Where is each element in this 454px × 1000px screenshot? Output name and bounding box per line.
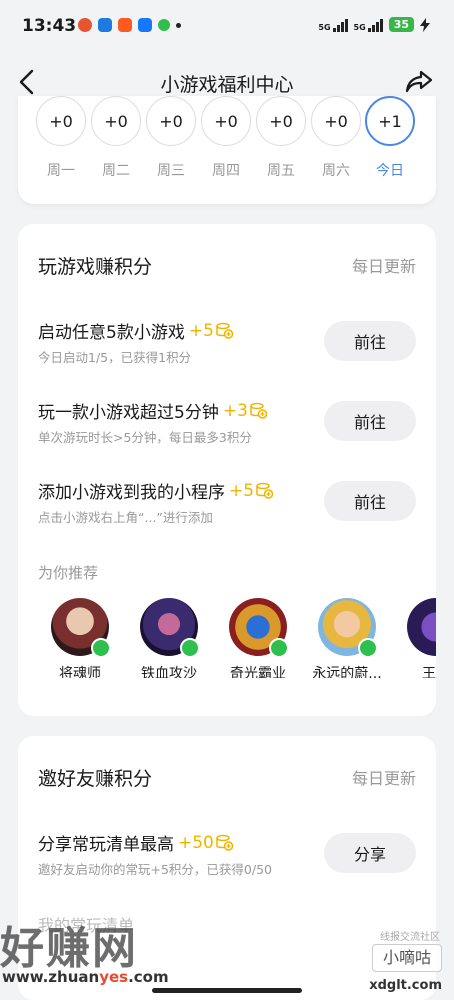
game-item[interactable]: 铁血攻沙 — [124, 598, 214, 678]
status-right: 5G 5G 35 — [318, 17, 430, 32]
mini-program-badge-icon — [269, 638, 289, 658]
day-item: +0 周二 — [91, 96, 141, 180]
game-name: 铁血攻沙 — [141, 666, 197, 678]
play-games-card: 玩游戏赚积分 每日更新 启动任意5款小游戏 +5 今日启动1/5，已获得1积分 … — [18, 224, 436, 716]
task-item: 玩一款小游戏超过5分钟 +3 单次游玩时长>5分钟，每日最多3积分 前往 — [38, 398, 416, 454]
section-subtitle: 每日更新 — [351, 257, 416, 276]
day-points: +0 — [256, 96, 306, 146]
go-button[interactable]: 前往 — [324, 321, 416, 361]
game-item[interactable]: 将魂师 — [35, 598, 125, 678]
task-item: 分享常玩清单最高 +50 邀好友启动你的常玩+5积分，已获得0/50 分享 — [38, 830, 416, 886]
task-title: 玩一款小游戏超过5分钟 — [38, 403, 219, 423]
task-points: +5 — [188, 320, 214, 341]
day-item: +0 周六 — [311, 96, 361, 180]
mini-program-badge-icon — [358, 638, 378, 658]
more-dot-icon — [176, 22, 181, 28]
task-item: 添加小游戏到我的小程序 +5 点击小游戏右上角“...”进行添加 前往 — [38, 478, 416, 534]
day-points: +0 — [36, 96, 86, 146]
wechat-icon — [158, 19, 170, 31]
game-item[interactable]: 王者 — [391, 598, 436, 678]
day-item: +0 周四 — [201, 96, 251, 180]
coin-icon — [256, 482, 274, 499]
day-points: +1 — [365, 96, 415, 146]
day-label: 今日 — [376, 163, 404, 179]
task-points: +3 — [222, 400, 248, 421]
day-label: 周四 — [212, 163, 240, 179]
coin-icon — [250, 402, 267, 419]
day-item-today: +1 今日 — [365, 96, 415, 180]
game-name: 奇光霸业 — [230, 666, 286, 678]
share-list-button[interactable]: 分享 — [324, 833, 416, 873]
home-indicator[interactable] — [152, 988, 302, 993]
day-points: +0 — [91, 96, 141, 146]
watermark-right-tag: 小嘀咕 — [372, 944, 442, 972]
app-notification-icon — [78, 18, 92, 32]
signal-icon: 5G — [354, 18, 383, 32]
day-item: +0 周一 — [36, 96, 86, 180]
day-points: +0 — [201, 96, 251, 146]
game-name: 永远的蔚... — [312, 666, 382, 678]
mini-program-badge-icon — [91, 638, 111, 658]
section-title: 玩游戏赚积分 — [38, 256, 153, 278]
watermark-logo: 好赚网 — [0, 923, 138, 974]
game-avatar — [51, 598, 111, 658]
mini-program-badge-icon — [180, 638, 200, 658]
taobao-icon — [118, 18, 132, 32]
game-avatar — [407, 598, 436, 656]
day-item: +0 周五 — [256, 96, 306, 180]
game-avatar — [318, 598, 378, 658]
task-points: +5 — [229, 480, 255, 501]
watermark-right-url: xdglt.com — [369, 978, 442, 993]
share-button[interactable] — [404, 68, 434, 96]
recommended-games: 将魂师 铁血攻沙 奇光霸业 永远的蔚... 王者 — [18, 598, 436, 678]
status-bar: 13:43 5G 5G 35 — [0, 0, 454, 56]
notification-icons — [78, 18, 181, 32]
day-label: 周六 — [322, 163, 350, 179]
game-item[interactable]: 奇光霸业 — [213, 598, 303, 678]
day-points: +0 — [146, 96, 196, 146]
page-title: 小游戏福利中心 — [160, 74, 294, 96]
day-item: +0 周三 — [146, 96, 196, 180]
battery-icon: 35 — [388, 17, 414, 32]
game-avatar — [140, 598, 200, 658]
go-button[interactable]: 前往 — [324, 401, 416, 441]
game-name: 王者 — [422, 666, 436, 678]
section-subtitle: 每日更新 — [351, 769, 416, 788]
game-item[interactable]: 永远的蔚... — [302, 598, 392, 678]
task-title: 添加小游戏到我的小程序 — [38, 483, 225, 503]
task-title: 分享常玩清单最高 — [38, 835, 174, 855]
alipay-icon — [138, 18, 152, 32]
watermark-url: www.zhuanyes.com — [2, 968, 169, 986]
coin-icon — [216, 322, 233, 339]
watermark-right-caption: 线报交流社区 — [380, 932, 440, 943]
status-time: 13:43 — [22, 16, 77, 36]
weekly-checkin-card: +0 周一 +0 周二 +0 周三 +0 周四 +0 周五 +0 周六 +1 今… — [18, 96, 436, 204]
section-title: 邀好友赚积分 — [38, 768, 153, 790]
day-label: 周一 — [47, 163, 75, 179]
recommend-label: 为你推荐 — [38, 564, 99, 582]
day-label: 周二 — [102, 163, 130, 179]
coin-icon — [216, 834, 233, 851]
app-notification-icon — [98, 18, 112, 32]
task-title: 启动任意5款小游戏 — [38, 323, 185, 343]
charging-icon — [420, 17, 430, 32]
day-points: +0 — [311, 96, 361, 146]
task-points: +50 — [178, 832, 214, 853]
day-label: 周五 — [267, 163, 295, 179]
signal-icon: 5G — [318, 18, 348, 32]
game-avatar — [229, 598, 289, 658]
share-icon — [405, 70, 433, 93]
go-button[interactable]: 前往 — [324, 481, 416, 521]
task-item: 启动任意5款小游戏 +5 今日启动1/5，已获得1积分 前往 — [38, 318, 416, 374]
game-name: 将魂师 — [59, 666, 101, 678]
day-label: 周三 — [157, 163, 185, 179]
